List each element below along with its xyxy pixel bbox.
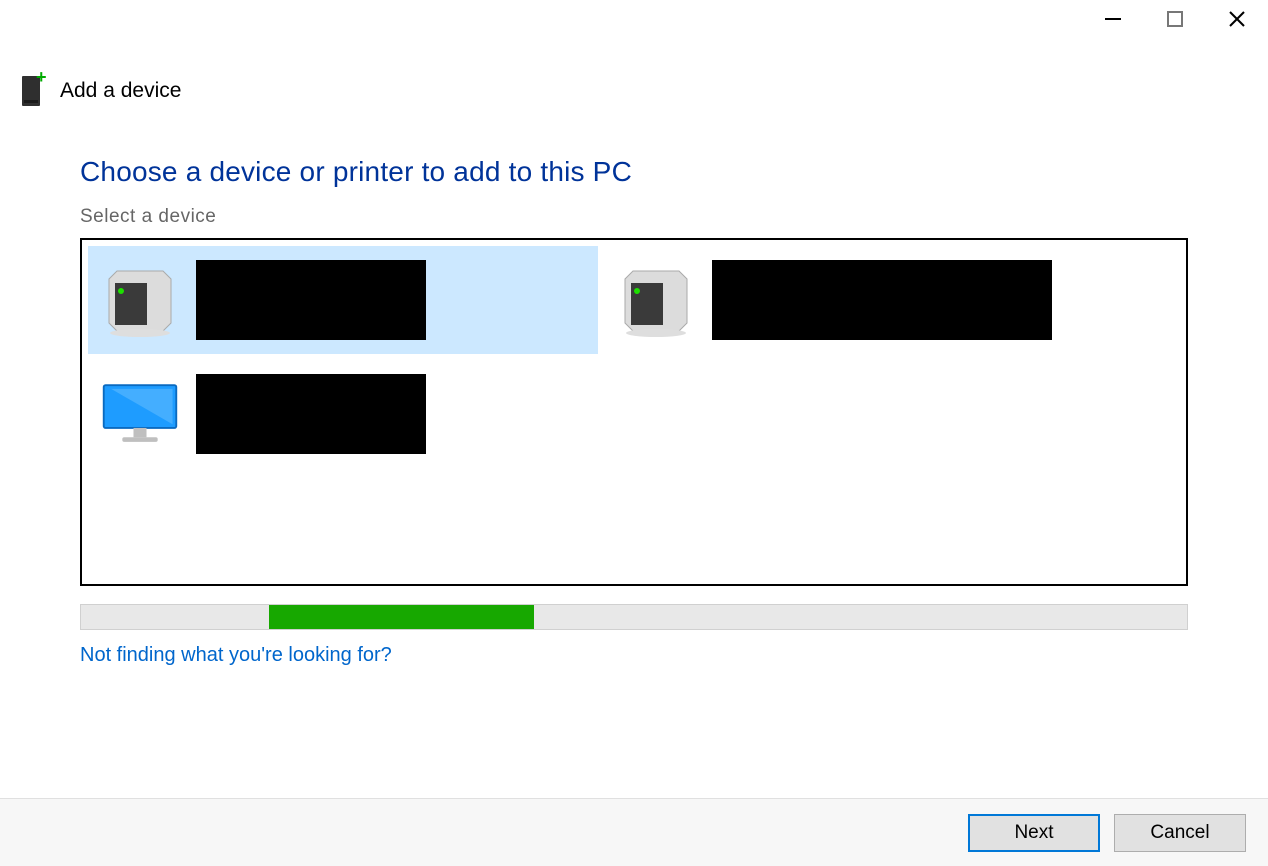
device-item[interactable] <box>88 360 598 468</box>
device-label <box>712 260 1052 340</box>
maximize-button[interactable] <box>1144 0 1206 38</box>
window-controls <box>1082 0 1268 38</box>
device-label <box>196 260 426 340</box>
add-device-icon: + <box>20 74 48 108</box>
page-subheading: Select a device <box>80 206 1188 228</box>
render-device-icon <box>616 260 696 340</box>
header-title: Add a device <box>60 79 181 103</box>
display-icon <box>100 374 180 454</box>
content: Choose a device or printer to add to thi… <box>0 108 1268 798</box>
device-label <box>196 374 426 454</box>
maximize-icon <box>1167 11 1183 27</box>
minimize-button[interactable] <box>1082 0 1144 38</box>
footer: Next Cancel <box>0 798 1268 866</box>
cancel-button[interactable]: Cancel <box>1114 814 1246 852</box>
header: + Add a device <box>0 50 1268 108</box>
next-button[interactable]: Next <box>968 814 1100 852</box>
device-item[interactable] <box>88 246 598 354</box>
not-finding-link[interactable]: Not finding what you're looking for? <box>80 644 1188 667</box>
progress-indicator <box>269 605 534 629</box>
render-device-icon <box>100 260 180 340</box>
device-item[interactable] <box>604 246 1114 354</box>
close-icon <box>1228 10 1246 28</box>
close-button[interactable] <box>1206 0 1268 38</box>
device-list <box>80 238 1188 586</box>
page-heading: Choose a device or printer to add to thi… <box>80 156 1188 188</box>
titlebar <box>0 0 1268 50</box>
add-device-wizard-window: + Add a device Choose a device or printe… <box>0 0 1268 866</box>
search-progress-bar <box>80 604 1188 630</box>
minimize-icon <box>1105 18 1121 20</box>
plus-icon: + <box>36 72 50 86</box>
